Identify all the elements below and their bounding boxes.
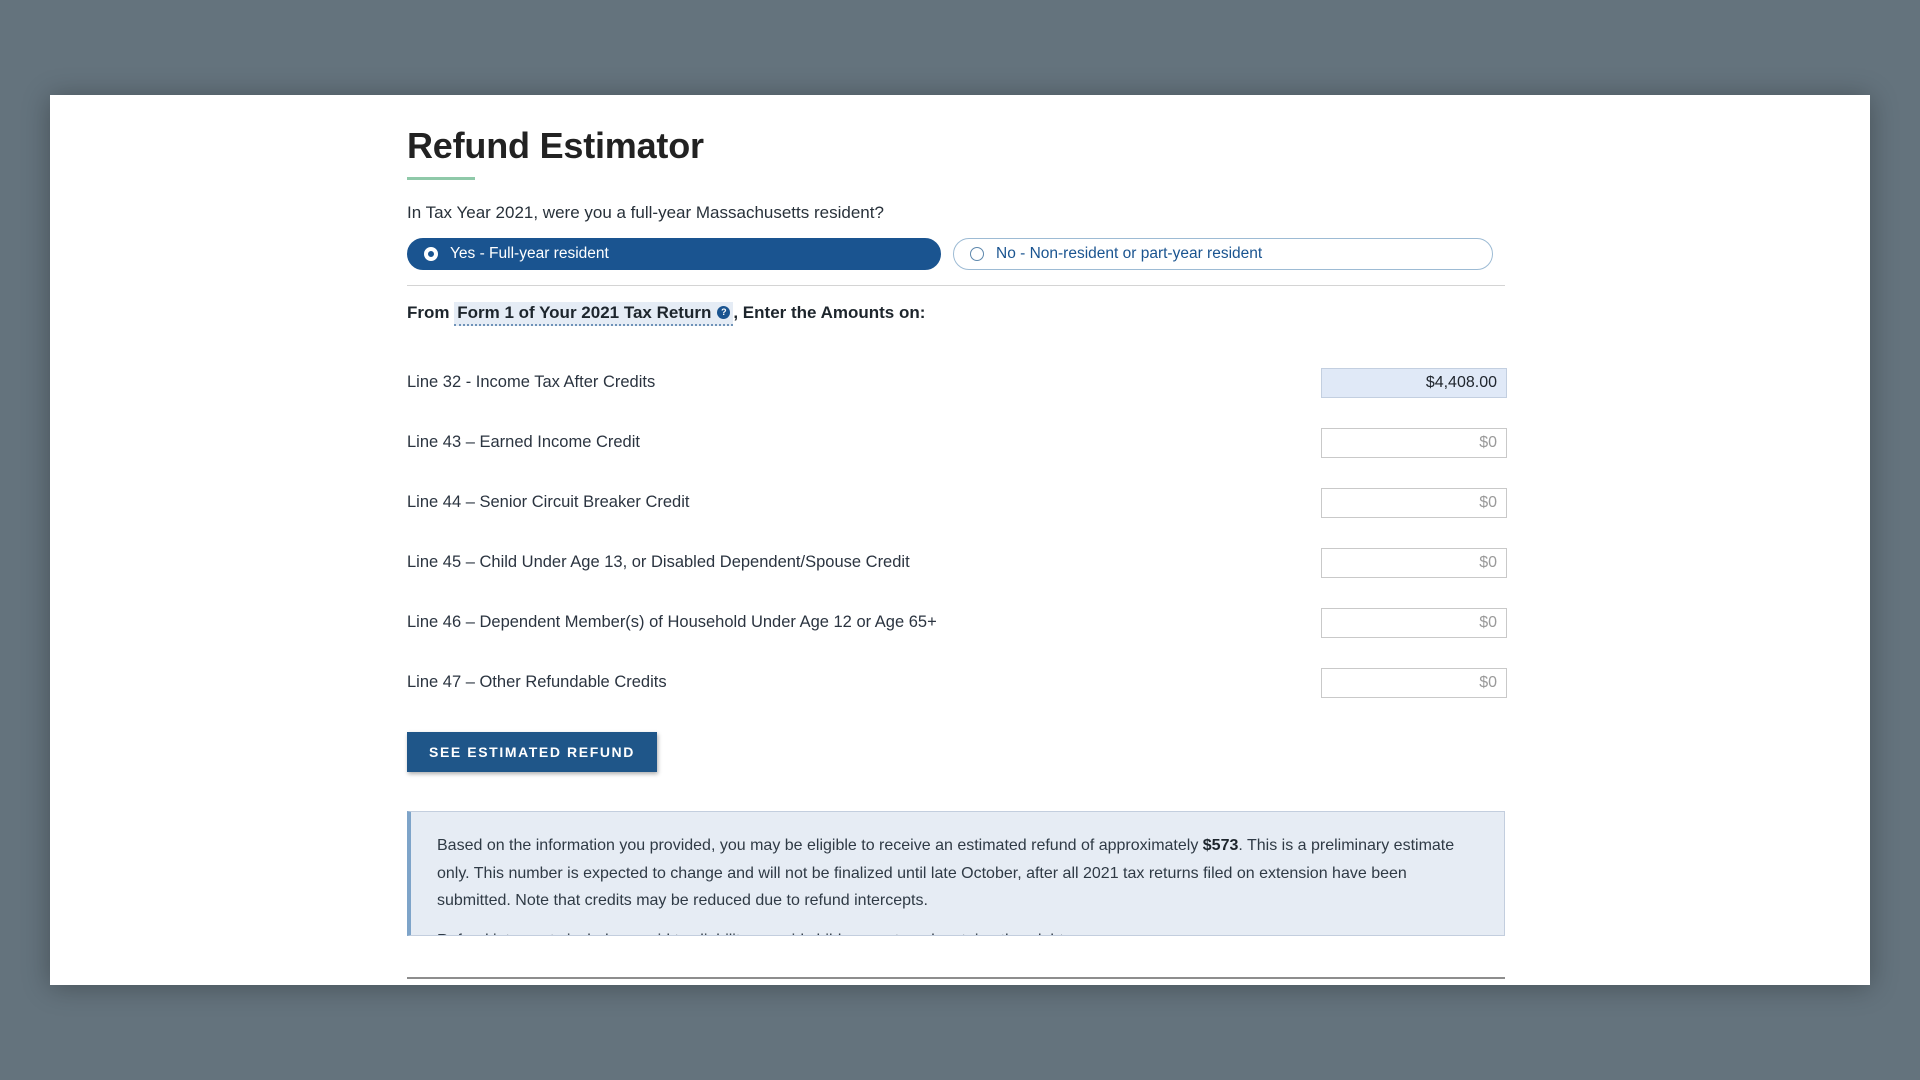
bottom-divider — [407, 977, 1505, 980]
estimated-refund-result-panel: Based on the information you provided, y… — [407, 811, 1505, 937]
radio-unselected-icon — [970, 247, 984, 262]
radio-option-yes-label: Yes - Full-year resident — [450, 245, 609, 263]
title-underline-accent — [407, 177, 475, 181]
residency-radio-group: Yes - Full-year resident No - Non-reside… — [407, 238, 1507, 271]
radio-selected-icon — [424, 247, 438, 262]
instruction-prefix: From — [407, 303, 450, 323]
form-1-tooltip-label: Form 1 of Your 2021 Tax Return — [457, 303, 712, 323]
line-item-row: Line 43 – Earned Income Credit — [407, 413, 1507, 473]
result-message: Based on the information you provided, y… — [437, 832, 1478, 915]
radio-option-no-non-resident[interactable]: No - Non-resident or part-year resident — [953, 238, 1493, 271]
radio-option-yes-full-year-resident[interactable]: Yes - Full-year resident — [407, 238, 941, 271]
radio-option-no-label: No - Non-resident or part-year resident — [996, 245, 1263, 263]
line-item-label: Line 46 – Dependent Member(s) of Househo… — [407, 613, 937, 632]
line-44-amount-input[interactable] — [1321, 488, 1507, 519]
page-title: Refund Estimator — [407, 125, 704, 166]
instruction-line: From Form 1 of Your 2021 Tax Return ? , … — [407, 302, 1507, 327]
page-card: Refund Estimator In Tax Year 2021, were … — [50, 95, 1870, 985]
line-items-list: Line 32 - Income Tax After Credits Line … — [407, 353, 1507, 713]
line-45-amount-input[interactable] — [1321, 548, 1507, 579]
line-item-label: Line 43 – Earned Income Credit — [407, 433, 640, 452]
line-item-label: Line 32 - Income Tax After Credits — [407, 373, 656, 392]
help-question-icon[interactable]: ? — [717, 305, 731, 319]
line-46-amount-input[interactable] — [1321, 608, 1507, 639]
line-item-row: Line 44 – Senior Circuit Breaker Credit — [407, 473, 1507, 533]
instruction-suffix: , Enter the Amounts on: — [733, 303, 926, 323]
line-item-row: Line 46 – Dependent Member(s) of Househo… — [407, 593, 1507, 653]
see-estimated-refund-button[interactable]: SEE ESTIMATED REFUND — [407, 732, 657, 773]
line-item-row: Line 32 - Income Tax After Credits — [407, 353, 1507, 413]
line-item-label: Line 44 – Senior Circuit Breaker Credit — [407, 493, 690, 512]
result-text-before-amount: Based on the information you provided, y… — [437, 837, 1203, 855]
line-47-amount-input[interactable] — [1321, 668, 1507, 699]
residency-question: In Tax Year 2021, were you a full-year M… — [407, 203, 884, 223]
content-column: Refund Estimator In Tax Year 2021, were … — [407, 95, 1507, 980]
line-item-label: Line 47 – Other Refundable Credits — [407, 673, 667, 692]
line-32-amount-input[interactable] — [1321, 368, 1507, 399]
line-43-amount-input[interactable] — [1321, 428, 1507, 459]
line-item-row: Line 47 – Other Refundable Credits — [407, 653, 1507, 713]
line-item-label: Line 45 – Child Under Age 13, or Disable… — [407, 553, 910, 572]
result-refund-amount: $573 — [1202, 837, 1239, 855]
result-clipped-note: Refund intercepts include unpaid tax lia… — [437, 927, 1478, 935]
line-item-row: Line 45 – Child Under Age 13, or Disable… — [407, 533, 1507, 593]
form-1-tooltip-term[interactable]: Form 1 of Your 2021 Tax Return ? — [454, 302, 734, 327]
section-divider — [407, 285, 1505, 287]
